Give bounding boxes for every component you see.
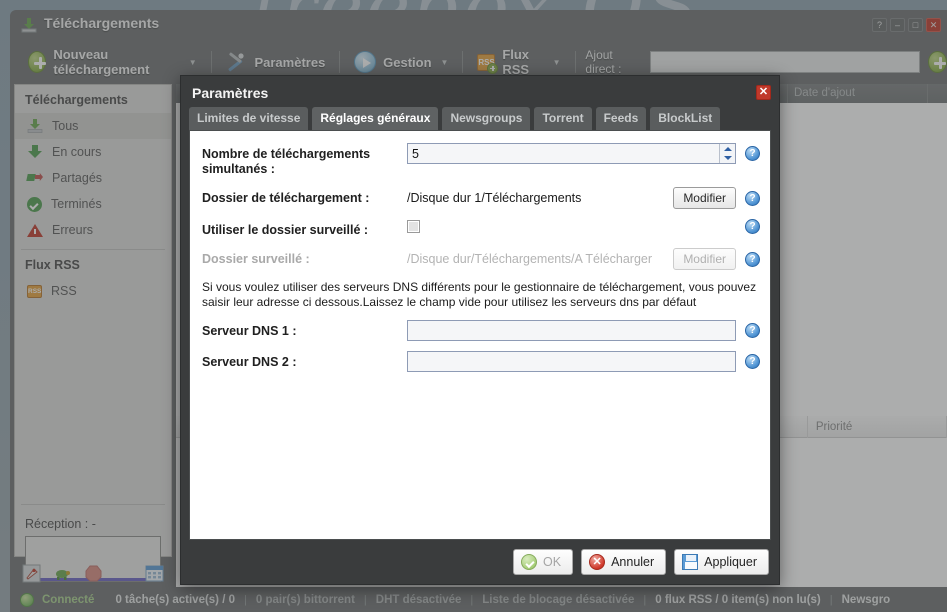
download-folder-modify-button[interactable]: Modifier xyxy=(673,187,736,209)
tab-newsgroups[interactable]: Newsgroups xyxy=(442,107,531,130)
dns1-input[interactable] xyxy=(407,320,736,341)
dns-note-text: Si vous voulez utiliser des serveurs DNS… xyxy=(202,280,757,309)
field-dns1: Serveur DNS 1 : ? xyxy=(202,320,760,341)
chevron-up-icon xyxy=(723,146,732,151)
ok-button[interactable]: OK xyxy=(513,549,574,575)
ok-button-label: OK xyxy=(543,555,562,569)
help-icon[interactable]: ? xyxy=(745,323,760,338)
stepper-up-button[interactable] xyxy=(720,144,735,154)
dialog-content: Nombre de téléchargements simultanés : ?… xyxy=(189,130,771,540)
help-icon[interactable]: ? xyxy=(745,190,760,206)
dialog-tabs: Limites de vitesse Réglages généraux New… xyxy=(189,107,771,130)
help-icon[interactable]: ? xyxy=(745,219,760,234)
watched-folder-modify-button[interactable]: Modifier xyxy=(673,248,736,270)
dialog-footer: OK ✕ Annuler Appliquer xyxy=(513,549,769,575)
chevron-down-icon xyxy=(723,156,732,161)
help-icon[interactable]: ? xyxy=(745,251,760,267)
settings-dialog: Paramètres ✕ Limites de vitesse Réglages… xyxy=(180,75,780,585)
dns2-label: Serveur DNS 2 : xyxy=(202,355,297,369)
field-dns2: Serveur DNS 2 : ? xyxy=(202,351,760,372)
close-circle-icon: ✕ xyxy=(589,554,606,570)
tab-reglages-generaux[interactable]: Réglages généraux xyxy=(312,107,439,130)
download-folder-value: /Disque dur 1/Téléchargements xyxy=(407,191,582,205)
watched-folder-value: /Disque dur/Téléchargements/A Télécharge… xyxy=(407,252,653,266)
field-use-watched-folder: Utiliser le dossier surveillé : ? xyxy=(202,219,760,238)
tab-torrent[interactable]: Torrent xyxy=(534,107,592,130)
dialog-title: Paramètres xyxy=(192,85,269,101)
field-simultaneous-downloads: Nombre de téléchargements simultanés : ? xyxy=(202,143,760,177)
simultaneous-downloads-stepper[interactable] xyxy=(407,143,736,164)
stepper-down-button[interactable] xyxy=(720,154,735,164)
apply-button[interactable]: Appliquer xyxy=(674,549,769,575)
dns2-input[interactable] xyxy=(407,351,736,372)
tab-blocklist[interactable]: BlockList xyxy=(650,107,721,130)
watched-folder-label: Dossier surveillé : xyxy=(202,252,310,266)
dialog-close-button[interactable]: ✕ xyxy=(756,85,771,100)
help-icon[interactable]: ? xyxy=(745,146,760,161)
floppy-disk-icon xyxy=(682,554,699,570)
stepper-buttons[interactable] xyxy=(719,144,735,163)
simultaneous-downloads-label: Nombre de téléchargements simultanés : xyxy=(202,147,371,176)
cancel-button[interactable]: ✕ Annuler xyxy=(581,549,667,575)
apply-button-label: Appliquer xyxy=(704,555,757,569)
tab-limites-de-vitesse[interactable]: Limites de vitesse xyxy=(189,107,309,130)
cancel-button-label: Annuler xyxy=(611,555,655,569)
use-watched-folder-checkbox[interactable] xyxy=(407,220,420,233)
field-download-folder: Dossier de téléchargement : /Disque dur … xyxy=(202,187,760,209)
field-watched-folder: Dossier surveillé : /Disque dur/Téléchar… xyxy=(202,248,760,270)
check-circle-icon xyxy=(521,554,538,570)
help-icon[interactable]: ? xyxy=(745,354,760,369)
use-watched-folder-label: Utiliser le dossier surveillé : xyxy=(202,223,369,237)
download-folder-label: Dossier de téléchargement : xyxy=(202,191,370,205)
tab-feeds[interactable]: Feeds xyxy=(595,107,647,130)
simultaneous-downloads-input[interactable] xyxy=(407,143,736,164)
dns1-label: Serveur DNS 1 : xyxy=(202,324,297,338)
